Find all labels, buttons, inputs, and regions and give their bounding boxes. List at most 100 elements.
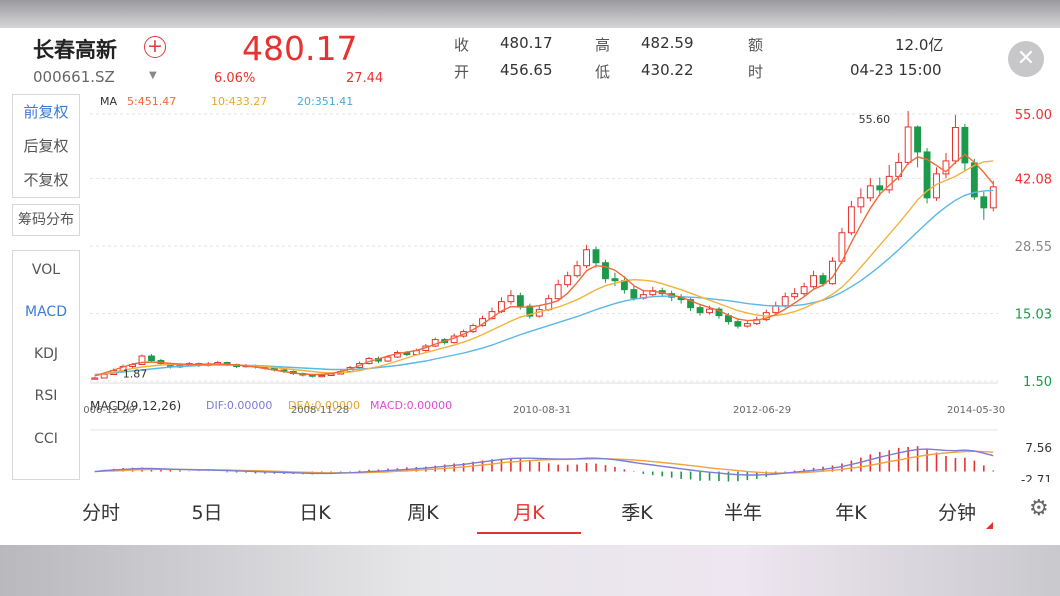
candle-up xyxy=(743,323,751,327)
candle-down xyxy=(961,126,969,164)
kline-chart[interactable]: 55.00 42.08 28.55 15.03 1.50 2006-12-29 2008-1… xyxy=(84,90,1060,482)
indicator-kdj[interactable]: KDJ xyxy=(12,334,80,374)
close-button[interactable]: ✕ xyxy=(1008,41,1044,77)
candle-down xyxy=(592,249,600,264)
candle-up xyxy=(507,295,515,303)
tab-monthly-k[interactable]: 月K xyxy=(506,498,552,525)
period-tab-bar: 分时 5日 日K 周K 月K 季K 半年 年K 分钟 ⚙ xyxy=(0,490,1060,545)
candle-down xyxy=(602,262,609,280)
gear-icon[interactable]: ⚙ xyxy=(1029,496,1049,521)
price-axis-label: 55.00 xyxy=(1015,108,1052,123)
candle-up xyxy=(866,185,874,199)
candle-up xyxy=(564,275,572,286)
candle-up xyxy=(952,126,959,162)
change-percent: 6.06% xyxy=(214,71,256,86)
date-axis-label: 2014-05-30 xyxy=(947,405,1005,416)
candle-down xyxy=(734,321,742,327)
candle-down xyxy=(980,196,988,209)
indicator-rsi[interactable]: RSI xyxy=(12,376,80,416)
no-adjust-button[interactable]: 不复权 xyxy=(12,163,80,197)
amount-value: 12.0亿 xyxy=(895,36,944,54)
candle-down xyxy=(876,185,884,191)
macd-axis-label: -2.71 xyxy=(1021,473,1052,482)
price-axis-label: 42.08 xyxy=(1015,172,1052,187)
stock-code[interactable]: 000661.SZ xyxy=(33,68,115,86)
change-amount: 27.44 xyxy=(346,71,384,86)
candle-up xyxy=(583,249,590,267)
candle-down xyxy=(148,355,155,362)
candle-up xyxy=(318,375,326,378)
forward-adjust-button[interactable]: 前复权 xyxy=(12,95,80,129)
macd-axis-label: 7.56 xyxy=(1025,441,1052,455)
high-label: 高 xyxy=(595,36,611,54)
candle-up xyxy=(847,206,855,234)
candle-up xyxy=(800,286,808,295)
indicator-cci[interactable]: CCI xyxy=(12,419,80,459)
time-value: 04-23 15:00 xyxy=(850,61,942,79)
quote-header: 长春高新 + 000661.SZ ▼ 480.17 6.06% 27.44 收 … xyxy=(0,28,1060,92)
active-tab-underline xyxy=(477,532,581,534)
candle-down xyxy=(630,289,638,299)
candle-up xyxy=(706,308,713,314)
price-axis-label: 1.50 xyxy=(1023,375,1052,390)
chip-distribution-button[interactable]: 筹码分布 xyxy=(12,204,80,236)
candle-up xyxy=(100,374,108,379)
date-axis-label: 2012-06-29 xyxy=(733,405,791,416)
last-price: 480.17 xyxy=(242,29,358,68)
dropdown-corner-icon xyxy=(986,522,993,529)
dif-line xyxy=(94,448,994,476)
screen-bottom-blur xyxy=(0,545,1060,596)
candle-up xyxy=(810,275,817,288)
tab-daily-k[interactable]: 日K xyxy=(292,498,338,525)
tab-half-year[interactable]: 半年 xyxy=(720,498,766,525)
close-value: 480.17 xyxy=(500,34,553,52)
price-axis-label: 15.03 xyxy=(1015,307,1052,322)
low-label: 低 xyxy=(595,63,611,81)
close-label: 收 xyxy=(454,36,470,54)
min-price-marker: 1.87 xyxy=(123,368,148,381)
candle-down xyxy=(819,275,827,285)
tab-yearly-k[interactable]: 年K xyxy=(828,498,874,525)
amount-label: 额 xyxy=(748,36,764,54)
screen-top-blur xyxy=(0,0,1060,28)
stock-detail-app: 长春高新 + 000661.SZ ▼ 480.17 6.06% 27.44 收 … xyxy=(0,28,1060,545)
date-axis-label: 2006-12-29 xyxy=(84,405,135,416)
high-value: 482.59 xyxy=(641,34,694,52)
tab-5day[interactable]: 5日 xyxy=(186,498,228,525)
tab-minute[interactable]: 分钟 xyxy=(934,498,980,525)
ma10-line xyxy=(94,160,994,377)
ma20-line xyxy=(94,189,994,376)
tab-intraday[interactable]: 分时 xyxy=(78,498,124,525)
candle-up xyxy=(554,284,562,300)
candle-down xyxy=(611,278,619,282)
backward-adjust-button[interactable]: 后复权 xyxy=(12,129,80,163)
candle-down xyxy=(516,295,524,307)
candle-up xyxy=(857,197,865,208)
ma5-line xyxy=(94,153,994,377)
max-price-marker: 55.60 xyxy=(859,113,891,126)
tab-weekly-k[interactable]: 周K xyxy=(400,498,446,525)
date-axis-label: 2008-11-28 xyxy=(291,405,349,416)
indicator-macd[interactable]: MACD xyxy=(12,292,80,332)
candle-up xyxy=(91,377,99,380)
price-axis-label: 28.55 xyxy=(1015,240,1052,255)
open-value: 456.65 xyxy=(500,61,553,79)
date-axis-label: 2010-08-31 xyxy=(513,405,571,416)
open-label: 开 xyxy=(454,63,470,81)
candle-up xyxy=(781,296,789,307)
candle-down xyxy=(696,307,704,314)
indicator-vol[interactable]: VOL xyxy=(12,250,80,290)
low-value: 430.22 xyxy=(641,61,694,79)
candle-up xyxy=(384,356,392,362)
chevron-down-icon[interactable]: ▼ xyxy=(149,70,157,81)
candle-down xyxy=(914,126,922,153)
tab-quarterly-k[interactable]: 季K xyxy=(614,498,660,525)
candle-up xyxy=(573,265,581,277)
add-watchlist-icon[interactable]: + xyxy=(144,36,166,58)
time-label: 时 xyxy=(748,63,764,81)
candle-down xyxy=(620,280,628,291)
candle-up xyxy=(829,260,836,285)
candle-up xyxy=(904,126,912,163)
stock-name: 长春高新 xyxy=(33,38,117,62)
candle-up xyxy=(791,293,799,298)
